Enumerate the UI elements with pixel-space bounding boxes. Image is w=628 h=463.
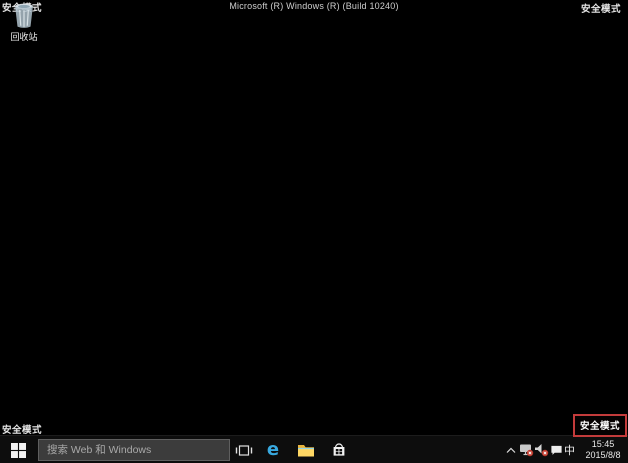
safe-mode-watermark-bottom-right: 安全模式 (580, 421, 620, 432)
clock[interactable]: 15:45 2015/8/8 (579, 436, 627, 463)
edge-e-icon: e (267, 441, 279, 459)
show-hidden-icons-button[interactable] (503, 436, 518, 463)
store-button[interactable] (325, 436, 353, 463)
ime-language-indicator[interactable]: 中 (562, 436, 577, 463)
speaker-icon (534, 443, 549, 457)
recycle-bin-desktop-icon[interactable]: 回收站 (4, 3, 44, 43)
task-view-icon (235, 443, 253, 458)
safe-mode-watermark-top-right: 安全模式 (581, 1, 621, 15)
task-view-button[interactable] (230, 436, 258, 463)
file-explorer-button[interactable] (292, 436, 320, 463)
search-input[interactable] (38, 439, 230, 461)
recycle-bin-icon (13, 3, 35, 29)
safe-mode-highlight-box: 安全模式 (573, 414, 627, 437)
edge-button[interactable]: e (259, 436, 287, 463)
network-icon (519, 443, 534, 457)
ime-indicator-label: 中 (564, 442, 575, 458)
start-button[interactable] (0, 436, 36, 463)
windows-build-watermark: Microsoft (R) Windows (R) (Build 10240) (0, 1, 628, 11)
chevron-up-icon (506, 447, 516, 454)
desktop: 安全模式 Microsoft (R) Windows (R) (Build 10… (0, 0, 628, 463)
clock-time: 15:45 (592, 439, 615, 450)
speech-bubble-icon (550, 444, 563, 456)
taskbar: e (0, 435, 628, 463)
recycle-bin-label: 回收站 (4, 30, 44, 43)
windows-logo-icon (11, 443, 26, 458)
safe-mode-watermark-bottom-left: 安全模式 (2, 422, 42, 436)
folder-icon (297, 443, 315, 458)
clock-date: 2015/8/8 (585, 450, 620, 461)
store-bag-icon (331, 442, 347, 458)
